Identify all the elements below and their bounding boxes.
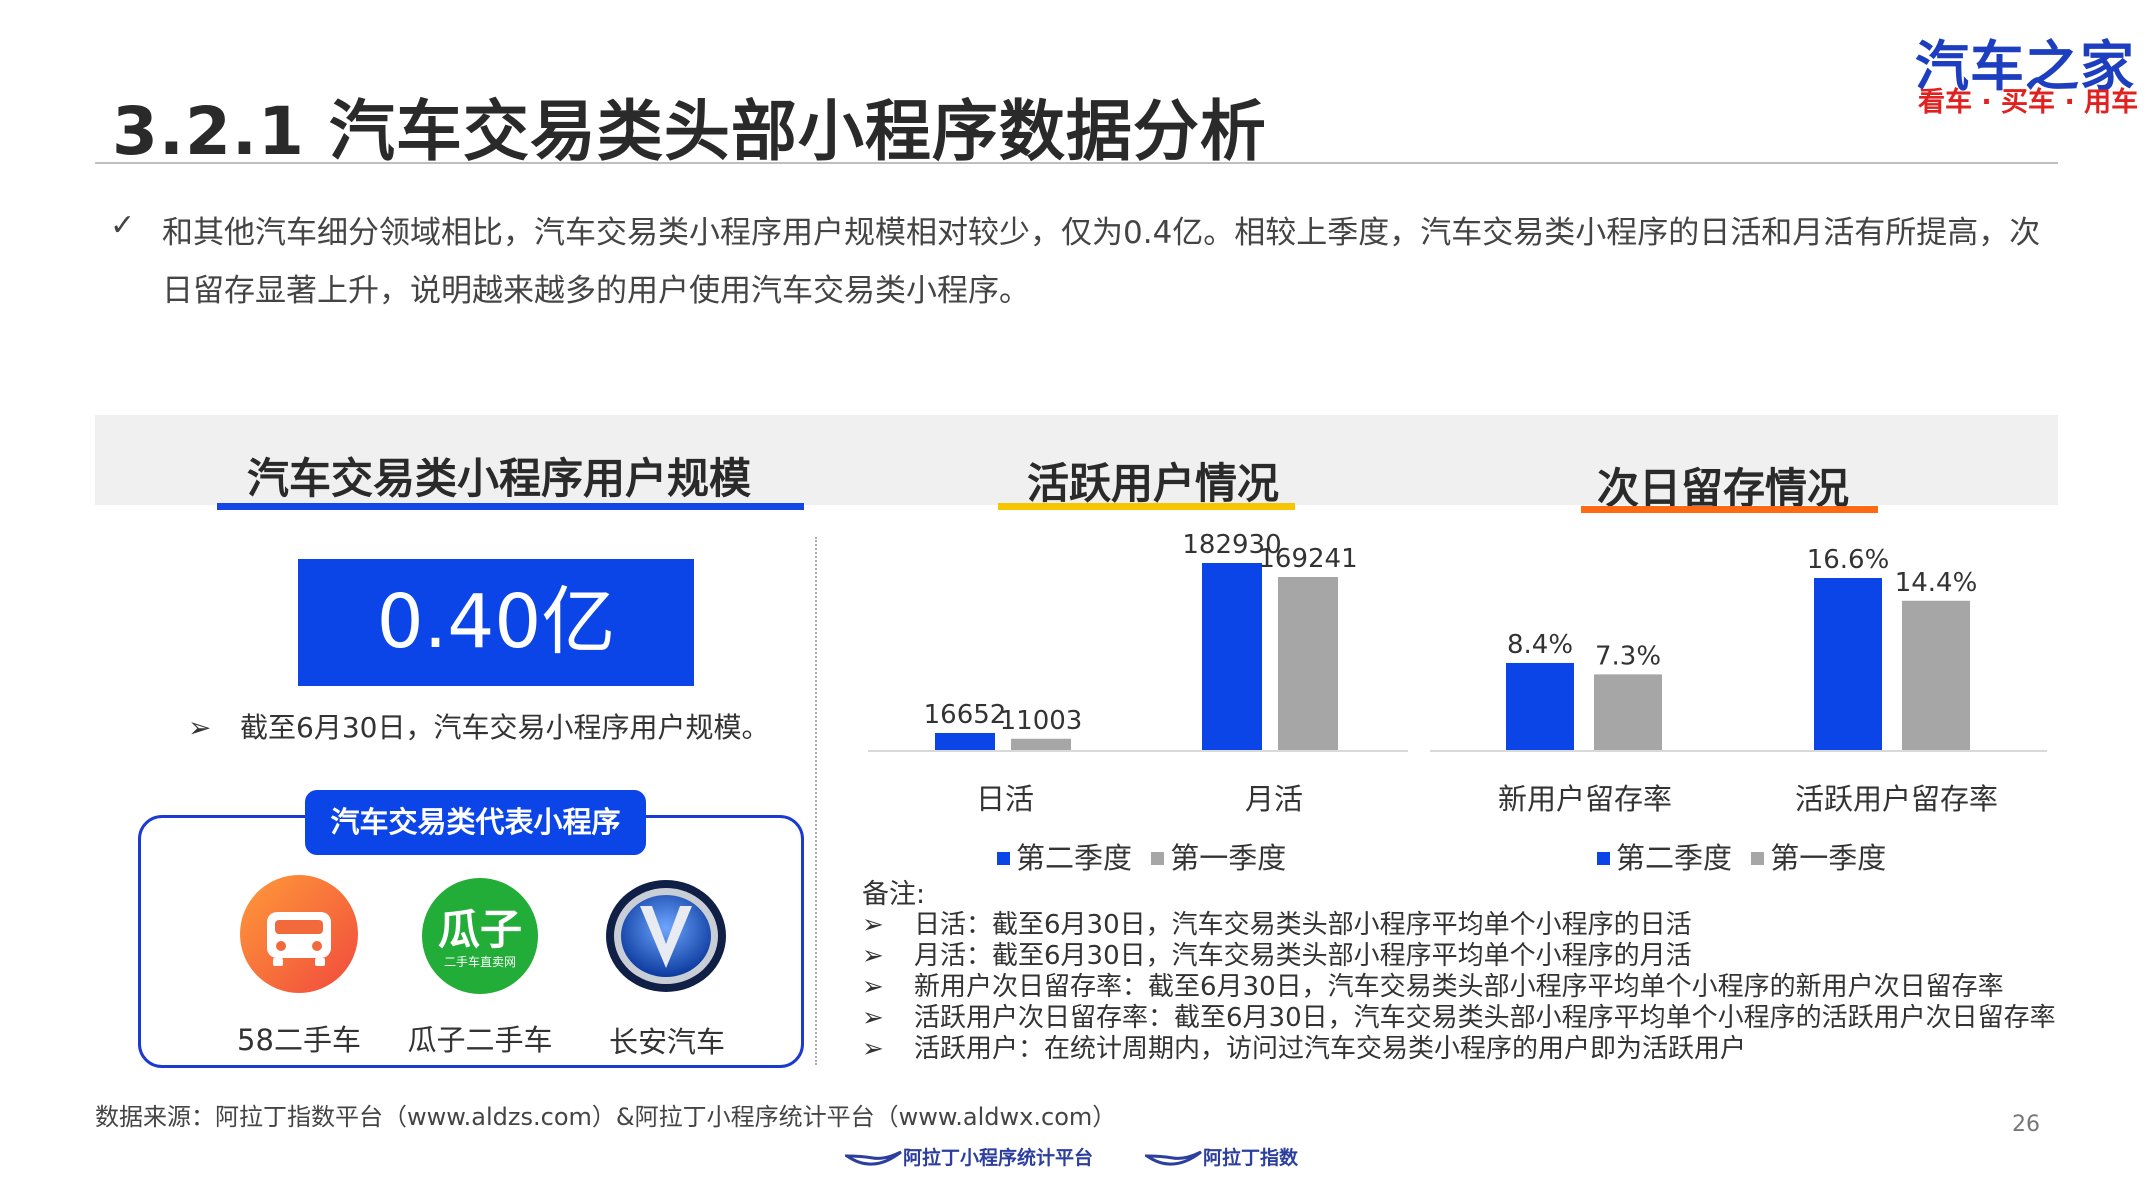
bar-q1 [1902,600,1970,750]
aladdin-index-logo: 阿拉丁指数 [1142,1143,1298,1172]
legend-q2-swatch [997,852,1010,865]
bar-q2 [1506,662,1574,750]
legend-q2-item: 第二季度 [997,841,1132,875]
bar-q2 [1202,563,1262,750]
bullet-arrow-icon: ➢ [862,1034,884,1064]
legend-q1-swatch [1151,852,1165,865]
legend-q2-item: 第二季度 [1597,841,1732,875]
legend-q1-swatch [1751,852,1765,865]
aladdin-lamp-icon [842,1150,902,1165]
data-source: 数据来源：阿拉丁指数平台（www.aldzs.com）&阿拉丁小程序统计平台（w… [95,1103,1117,1131]
bar-value-label: 169241 [1258,544,1357,574]
x-label-active-retention: 活跃用户留存率 [1795,782,1999,816]
x-label-dau: 日活 [976,782,1035,816]
bar-q2 [1814,578,1882,750]
legend-active: 第二季度 第一季度 [997,835,1286,877]
legend-q1-item: 第一季度 [1751,841,1886,875]
bar-value-label: 14.4% [1895,568,1978,598]
legend-q2-swatch [1597,852,1610,865]
bar-value-label: 16652 [924,700,1007,730]
bar-q2 [935,732,995,750]
note-item: ➢ 活跃用户：在统计周期内，访问过汽车交易类小程序的用户即为活跃用户 [862,1034,1747,1064]
bar-value-label: 8.4% [1507,630,1573,660]
bar-q1 [1011,738,1071,750]
bar-value-label: 7.3% [1595,641,1661,671]
x-label-mau: 月活 [1245,782,1304,816]
legend-retention: 第二季度 第一季度 [1597,835,1886,877]
bar-q1 [1278,576,1338,750]
aladdin-lamp-icon [1142,1150,1202,1165]
legend-q1-item: 第一季度 [1151,841,1286,875]
bar-q1 [1594,674,1662,750]
bar-value-label: 11003 [1000,706,1083,736]
x-label-new-retention: 新用户留存率 [1498,782,1673,816]
aladdin-stats-logo: 阿拉丁小程序统计平台 [842,1143,1093,1172]
page-number: 26 [2012,1112,2040,1137]
bar-value-label: 16.6% [1807,545,1890,575]
